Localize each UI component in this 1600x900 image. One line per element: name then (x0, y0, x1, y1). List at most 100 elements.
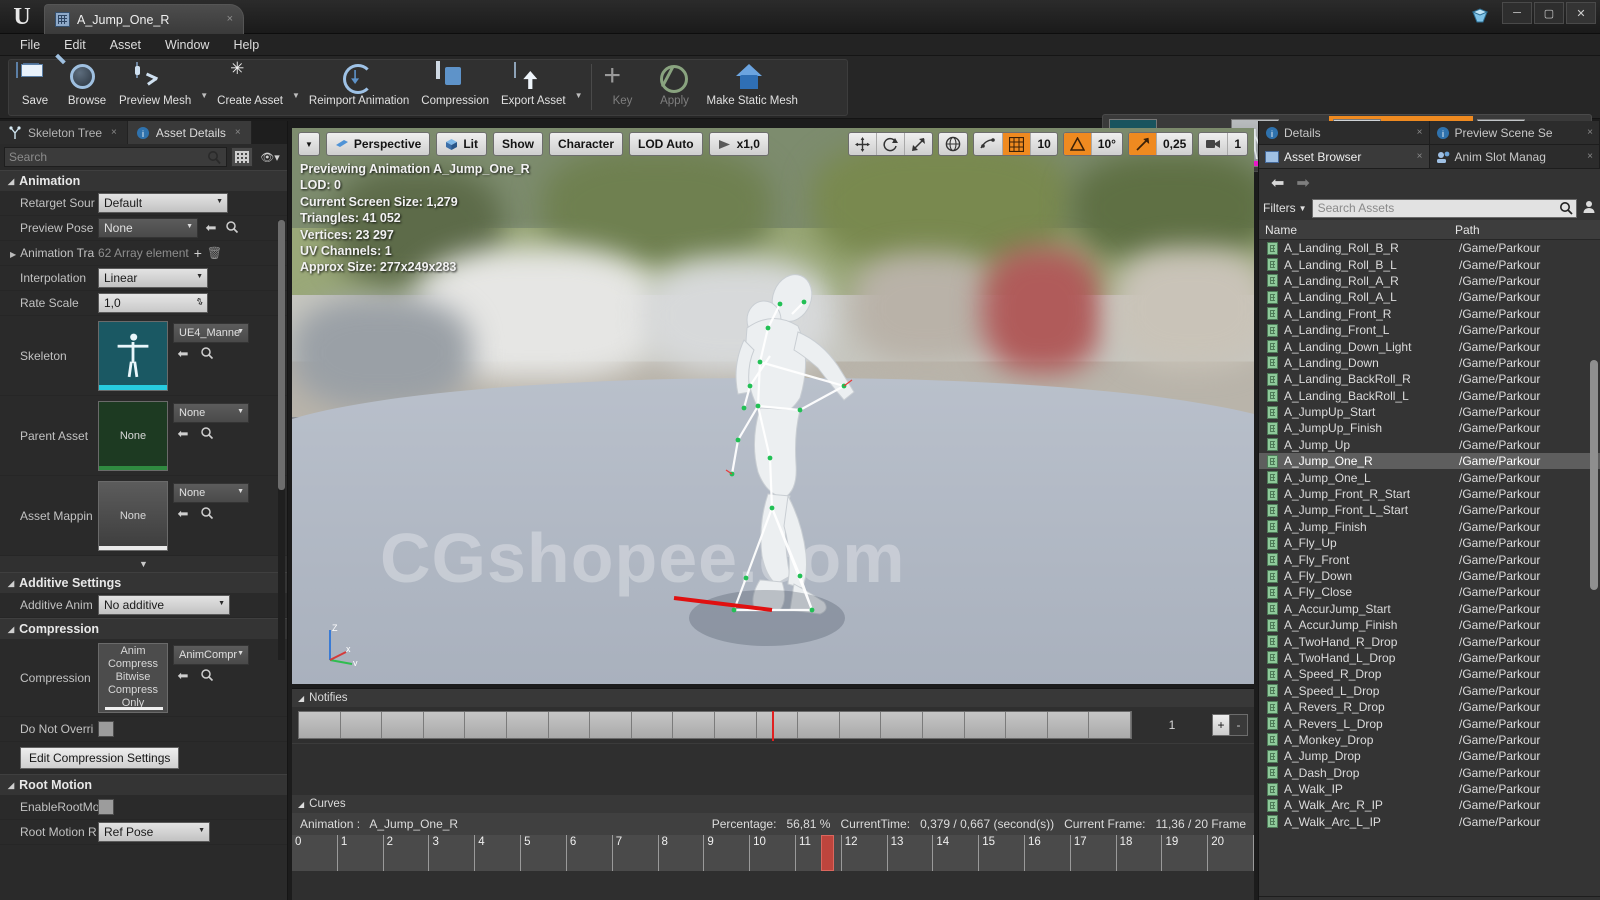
browse-magnifier-icon[interactable] (199, 668, 215, 685)
preview-mesh-button[interactable]: Preview Mesh (113, 60, 197, 115)
curves-section-header[interactable]: ◢ Curves (292, 795, 1254, 813)
column-name-header[interactable]: Name (1259, 223, 1455, 237)
reimport-animation-button[interactable]: Reimport Animation (303, 60, 415, 115)
ruler-tick[interactable]: 5 (521, 835, 567, 871)
export-asset-button[interactable]: Export Asset (495, 60, 572, 115)
asset-list-item[interactable]: A_JumpUp_Start/Game/Parkour (1259, 404, 1600, 420)
browse-magnifier-icon[interactable] (199, 346, 215, 363)
asset-list-item[interactable]: A_Landing_Roll_B_R/Game/Parkour (1259, 240, 1600, 256)
close-button[interactable]: ✕ (1566, 2, 1596, 24)
browse-magnifier-icon[interactable] (199, 506, 215, 523)
ruler-tick[interactable]: 0 (292, 835, 338, 871)
ruler-tick[interactable]: 12 (842, 835, 888, 871)
grid-snap-value[interactable]: 10 (1031, 133, 1056, 155)
ruler-tick[interactable]: 17 (1071, 835, 1117, 871)
asset-list-item[interactable]: A_Walk_IP/Game/Parkour (1259, 781, 1600, 797)
tab-asset-details[interactable]: i Asset Details × (127, 121, 252, 144)
menu-item-help[interactable]: Help (221, 36, 271, 54)
asset-list-item[interactable]: A_AccurJump_Start/Game/Parkour (1259, 601, 1600, 617)
save-button[interactable]: Save (9, 60, 61, 115)
scale-snap-value[interactable]: 0,25 (1157, 133, 1192, 155)
remove-notify-track-button[interactable]: - (1230, 714, 1248, 736)
asset-list-item[interactable]: A_Jump_Finish/Game/Parkour (1259, 519, 1600, 535)
reset-arrow-icon[interactable]: ⬅ (175, 506, 191, 523)
close-icon[interactable]: × (227, 13, 233, 25)
asset-list-item[interactable]: A_Landing_Down/Game/Parkour (1259, 355, 1600, 371)
asset-list-item[interactable]: A_Jump_Front_L_Start/Game/Parkour (1259, 502, 1600, 518)
grid-snap-icon[interactable] (1003, 133, 1032, 155)
asset-list-item[interactable]: A_Landing_Roll_B_L/Game/Parkour (1259, 256, 1600, 272)
export-asset-chevron-down-icon[interactable]: ▼ (572, 91, 586, 100)
menu-item-file[interactable]: File (8, 36, 52, 54)
reset-arrow-icon[interactable]: ⬅ (203, 220, 219, 236)
asset-list-item[interactable]: A_Landing_Roll_A_L/Game/Parkour (1259, 289, 1600, 305)
ruler-tick[interactable]: 2 (384, 835, 430, 871)
ruler-tick[interactable]: 19 (1162, 835, 1209, 871)
trash-icon[interactable] (1470, 6, 1490, 26)
tab-skeleton-tree[interactable]: Skeleton Tree × (0, 121, 128, 144)
category-root-motion[interactable]: ◢ Root Motion (0, 774, 287, 795)
ruler-tick[interactable]: 15 (979, 835, 1025, 871)
ruler-tick[interactable]: 6 (567, 835, 613, 871)
asset-list-item[interactable]: A_Jump_One_L/Game/Parkour (1259, 469, 1600, 485)
asset-list-item[interactable]: A_Fly_Front/Game/Parkour (1259, 551, 1600, 567)
asset-list-item[interactable]: A_Jump_Front_R_Start/Game/Parkour (1259, 486, 1600, 502)
asset-list-item[interactable]: A_Revers_L_Drop/Game/Parkour (1259, 715, 1600, 731)
asset-list-item[interactable]: A_Fly_Down/Game/Parkour (1259, 568, 1600, 584)
ruler-tick[interactable]: 9 (704, 835, 751, 871)
create-asset-button[interactable]: Create Asset (211, 60, 289, 115)
asset-list-scrollbar[interactable] (1590, 360, 1598, 590)
create-asset-chevron-down-icon[interactable]: ▼ (289, 91, 303, 100)
angle-snap-icon[interactable] (1063, 133, 1092, 155)
reset-arrow-icon[interactable]: ⬅ (175, 346, 191, 363)
asset-list-item[interactable]: A_Landing_BackRoll_L/Game/Parkour (1259, 388, 1600, 404)
asset-list-item[interactable]: A_Landing_Front_L/Game/Parkour (1259, 322, 1600, 338)
asset-list-item[interactable]: A_Revers_R_Drop/Game/Parkour (1259, 699, 1600, 715)
ruler-tick[interactable]: 11 (796, 835, 842, 871)
view-mode-lit-button[interactable]: Lit (436, 132, 487, 156)
category-compression[interactable]: ◢ Compression (0, 618, 287, 639)
ruler-tick[interactable]: 3 (429, 835, 476, 871)
camera-speed-icon[interactable] (1199, 133, 1229, 155)
skeleton-thumbnail[interactable] (98, 320, 168, 391)
asset-list-item[interactable]: A_Fly_Up/Game/Parkour (1259, 535, 1600, 551)
camera-speed-value[interactable]: 1 (1228, 133, 1247, 155)
asset-list[interactable]: A_Landing_Roll_B_R/Game/Parkour A_Landing… (1259, 240, 1600, 896)
user-filter-icon[interactable] (1582, 200, 1596, 217)
compression-thumbnail[interactable]: Anim Compress Bitwise Compress Only (98, 642, 168, 713)
edit-compression-settings-button[interactable]: Edit Compression Settings (20, 747, 180, 769)
lod-auto-button[interactable]: LOD Auto (629, 132, 703, 156)
asset-mapping-dropdown[interactable]: None (173, 482, 249, 503)
compression-button[interactable]: Compression (415, 60, 495, 115)
ruler-tick[interactable]: 13 (888, 835, 934, 871)
eye-icon[interactable]: 👁▾ (257, 147, 283, 167)
ruler-tick[interactable]: 20 (1208, 835, 1255, 871)
notify-track[interactable] (298, 711, 1132, 741)
asset-list-item[interactable]: A_Landing_Front_R/Game/Parkour (1259, 306, 1600, 322)
asset-list-item[interactable]: A_Jump_Up/Game/Parkour (1259, 437, 1600, 453)
key-button[interactable]: + Key (597, 60, 649, 115)
asset-list-item[interactable]: A_Walk_Arc_L_IP/Game/Parkour (1259, 814, 1600, 830)
close-icon[interactable]: × (1417, 151, 1423, 162)
skeleton-dropdown[interactable]: UE4_Manne (173, 322, 249, 343)
close-icon[interactable]: × (235, 127, 241, 138)
rotate-tool-icon[interactable] (877, 133, 906, 155)
surface-snap-icon[interactable] (974, 133, 1004, 155)
do-not-override-checkbox[interactable] (98, 721, 114, 737)
scale-tool-icon[interactable] (905, 133, 932, 155)
retarget-source-dropdown[interactable]: Default (98, 193, 228, 213)
asset-list-item[interactable]: A_Monkey_Drop/Game/Parkour (1259, 732, 1600, 748)
forward-arrow-icon[interactable]: ➡ (1296, 173, 1309, 193)
search-input[interactable]: Search (4, 147, 227, 167)
asset-list-item[interactable]: A_TwoHand_L_Drop/Game/Parkour (1259, 650, 1600, 666)
move-tool-icon[interactable] (849, 133, 878, 155)
back-arrow-icon[interactable]: ⬅ (1271, 173, 1284, 193)
browse-magnifier-icon[interactable] (199, 426, 215, 443)
add-notify-track-button[interactable]: + (1212, 714, 1230, 736)
ruler-tick[interactable]: 4 (475, 835, 522, 871)
menu-item-window[interactable]: Window (153, 36, 221, 54)
asset-list-item[interactable]: A_Landing_Roll_A_R/Game/Parkour (1259, 273, 1600, 289)
timeline-playhead[interactable] (821, 835, 835, 871)
menu-item-edit[interactable]: Edit (52, 36, 98, 54)
compression-dropdown[interactable]: AnimCompr (173, 644, 249, 665)
